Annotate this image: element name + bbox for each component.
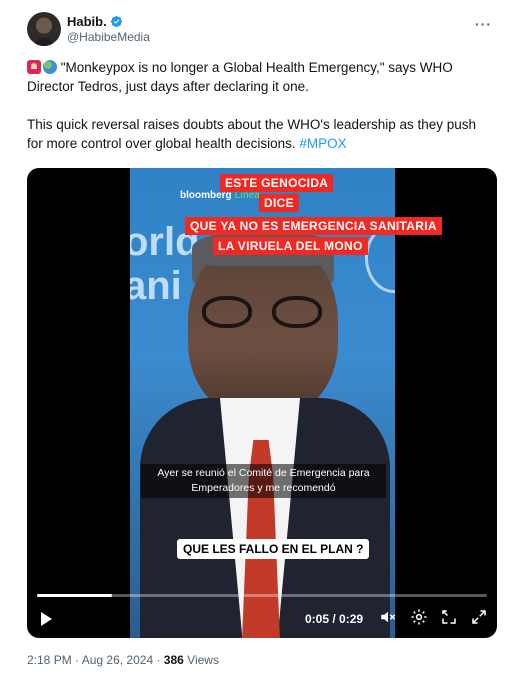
caption-line-3: QUE YA NO ES EMERGENCIA SANITARIA: [185, 217, 442, 235]
video-progress-fill: [37, 594, 113, 597]
fullscreen-icon[interactable]: [470, 608, 488, 626]
play-icon[interactable]: [41, 612, 52, 626]
more-options-icon[interactable]: ···: [475, 16, 492, 32]
tweet-text: "Monkeypox is no longer a Global Health …: [27, 58, 487, 172]
author-handle[interactable]: @HabibeMedia: [67, 30, 150, 44]
tweet-meta: 2:18 PM · Aug 26, 2024 · 386 Views: [27, 653, 219, 667]
mute-icon[interactable]: [379, 608, 397, 626]
video-progress-bar[interactable]: [37, 594, 487, 597]
caption-line-2: DICE: [259, 194, 299, 212]
views-count: 386: [163, 653, 184, 667]
video-subtitle: Ayer se reunió el Comité de Emergencia p…: [141, 464, 386, 498]
author-name-row: Habib.: [67, 14, 123, 29]
meta-separator-1: ·: [71, 653, 82, 667]
author-avatar[interactable]: [27, 12, 61, 46]
answer-caption: QUE LES FALLO EN EL PLAN ?: [177, 539, 370, 559]
author-display-name[interactable]: Habib.: [67, 14, 107, 29]
hashtag-link[interactable]: #MPOX: [299, 136, 346, 151]
globe-emoji-icon: [43, 60, 57, 74]
siren-emoji-icon: [27, 60, 41, 74]
caption-line-4: LA VIRUELA DEL MONO: [213, 237, 368, 255]
settings-gear-icon[interactable]: [410, 608, 428, 626]
verified-badge-icon: [110, 15, 122, 28]
tweet-paragraph-1-text: "Monkeypox is no longer a Global Health …: [27, 60, 453, 94]
speaker-glasses: [202, 296, 322, 330]
tweet-time[interactable]: 2:18 PM: [27, 653, 72, 667]
tweet-paragraph-1: "Monkeypox is no longer a Global Health …: [27, 58, 487, 96]
picture-in-picture-icon[interactable]: [440, 608, 458, 626]
video-player[interactable]: orld ani bloomberg Línea ESTE GENOCIDA DIC…: [27, 168, 497, 638]
tweet-header: Habib. @HabibeMedia ···: [27, 12, 500, 48]
tweet-date[interactable]: Aug 26, 2024: [82, 653, 153, 667]
views-label: Views: [187, 653, 219, 667]
meta-separator-2: ·: [153, 653, 164, 667]
video-time: 0:05 / 0:29: [305, 612, 364, 626]
caption-line-1: ESTE GENOCIDA: [220, 174, 334, 192]
tweet-paragraph-2-text: This quick reversal raises doubts about …: [27, 117, 477, 151]
tweet-paragraph-2: This quick reversal raises doubts about …: [27, 115, 487, 153]
